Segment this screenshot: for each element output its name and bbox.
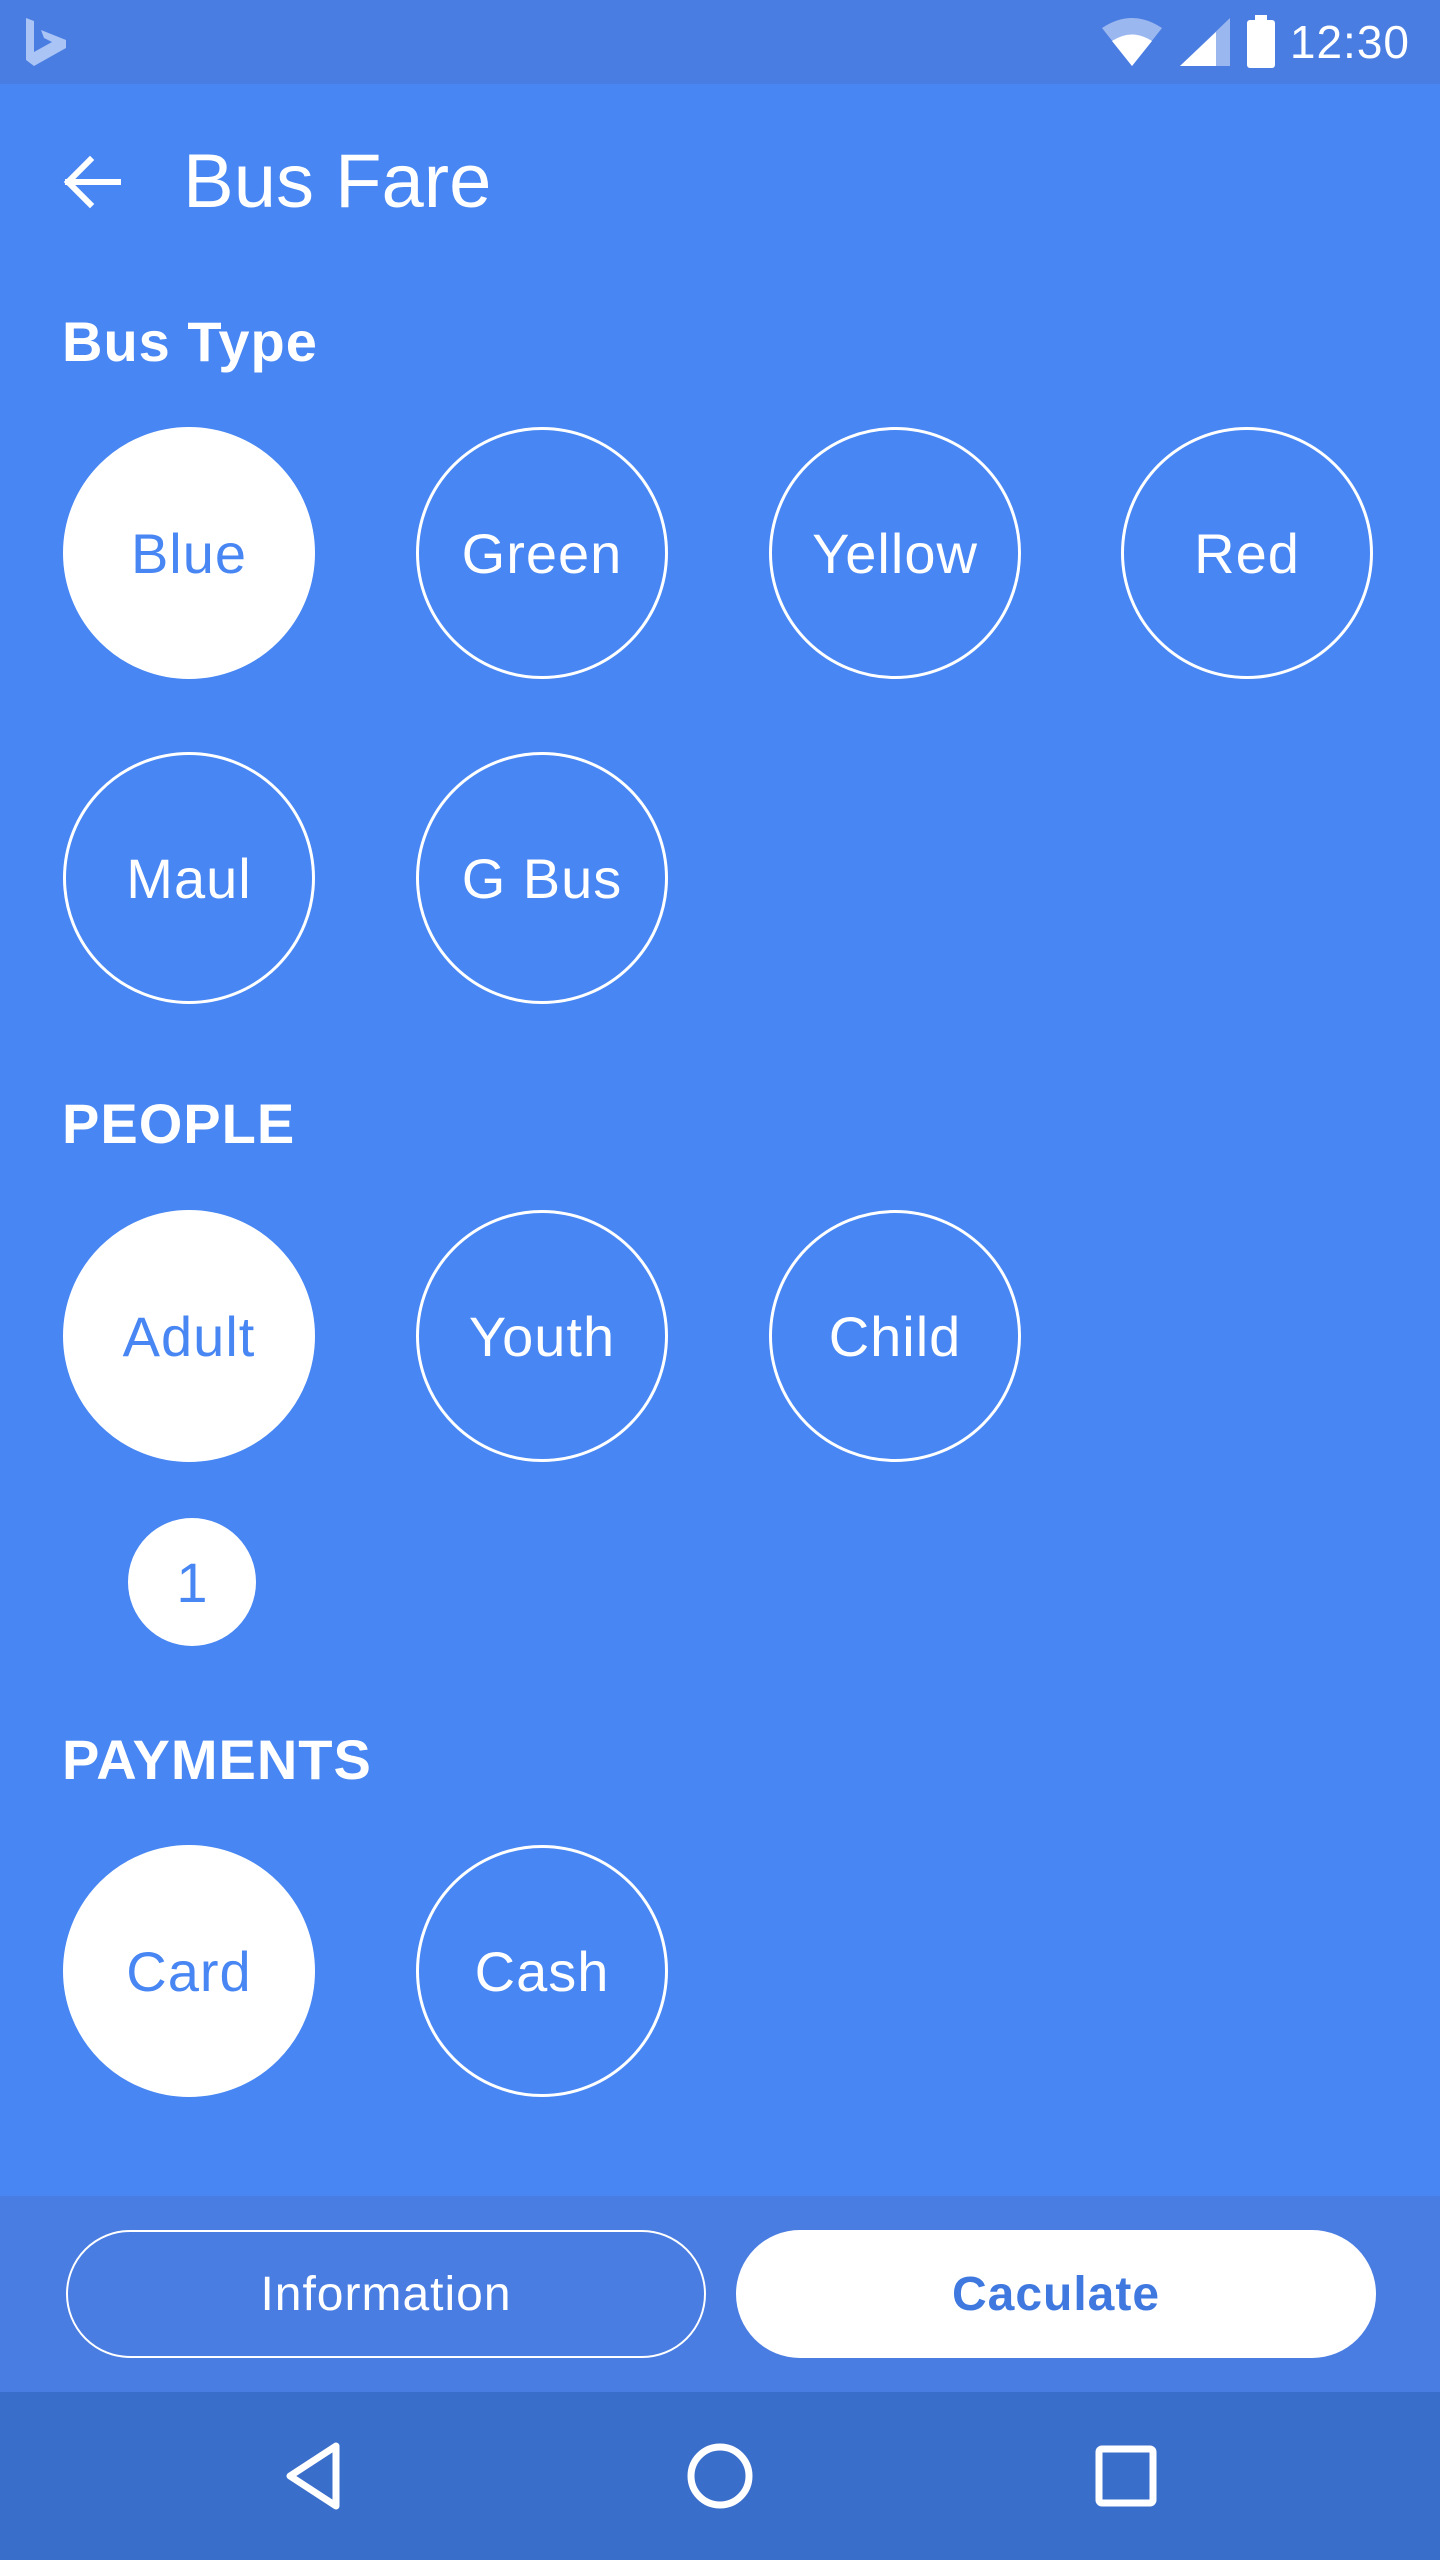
people-option-youth[interactable]: Youth [416, 1210, 668, 1462]
home-circle-icon[interactable] [680, 2436, 760, 2516]
app-root: 12:30 Bus Fare Bus Type Blue Green Yello… [0, 0, 1440, 2560]
bus-type-option-yellow[interactable]: Yellow [769, 427, 1021, 679]
status-time: 12:30 [1289, 16, 1410, 68]
people-option-adult[interactable]: Adult [63, 1210, 315, 1462]
bus-type-option-blue[interactable]: Blue [63, 427, 315, 679]
bus-type-title: Bus Type [62, 310, 318, 373]
adult-count-badge[interactable]: 1 [128, 1518, 256, 1646]
wifi-icon [1101, 18, 1162, 66]
information-button[interactable]: Information [66, 2230, 706, 2358]
recents-square-icon[interactable] [1086, 2436, 1166, 2516]
page-title: Bus Fare [183, 139, 492, 224]
arrow-left-icon[interactable] [60, 150, 124, 214]
status-indicators: 12:30 [1100, 0, 1410, 84]
bus-type-option-green[interactable]: Green [416, 427, 668, 679]
bus-type-option-g-bus[interactable]: G Bus [416, 752, 668, 1004]
action-bar: Information Caculate [0, 2196, 1440, 2392]
people-option-child[interactable]: Child [769, 1210, 1021, 1462]
bus-type-option-maul[interactable]: Maul [63, 752, 315, 1004]
signal-icon [1179, 18, 1230, 66]
people-title: PEOPLE [62, 1092, 296, 1155]
payment-option-cash[interactable]: Cash [416, 1845, 668, 2097]
bus-type-option-red[interactable]: Red [1121, 427, 1373, 679]
battery-icon [1246, 15, 1275, 68]
bing-logo-icon [26, 18, 66, 66]
system-nav-bar [0, 2392, 1440, 2560]
status-bar: 12:30 [0, 0, 1440, 84]
payments-title: PAYMENTS [62, 1728, 372, 1791]
payment-option-card[interactable]: Card [63, 1845, 315, 2097]
back-triangle-icon[interactable] [276, 2436, 356, 2516]
calculate-button[interactable]: Caculate [736, 2230, 1376, 2358]
